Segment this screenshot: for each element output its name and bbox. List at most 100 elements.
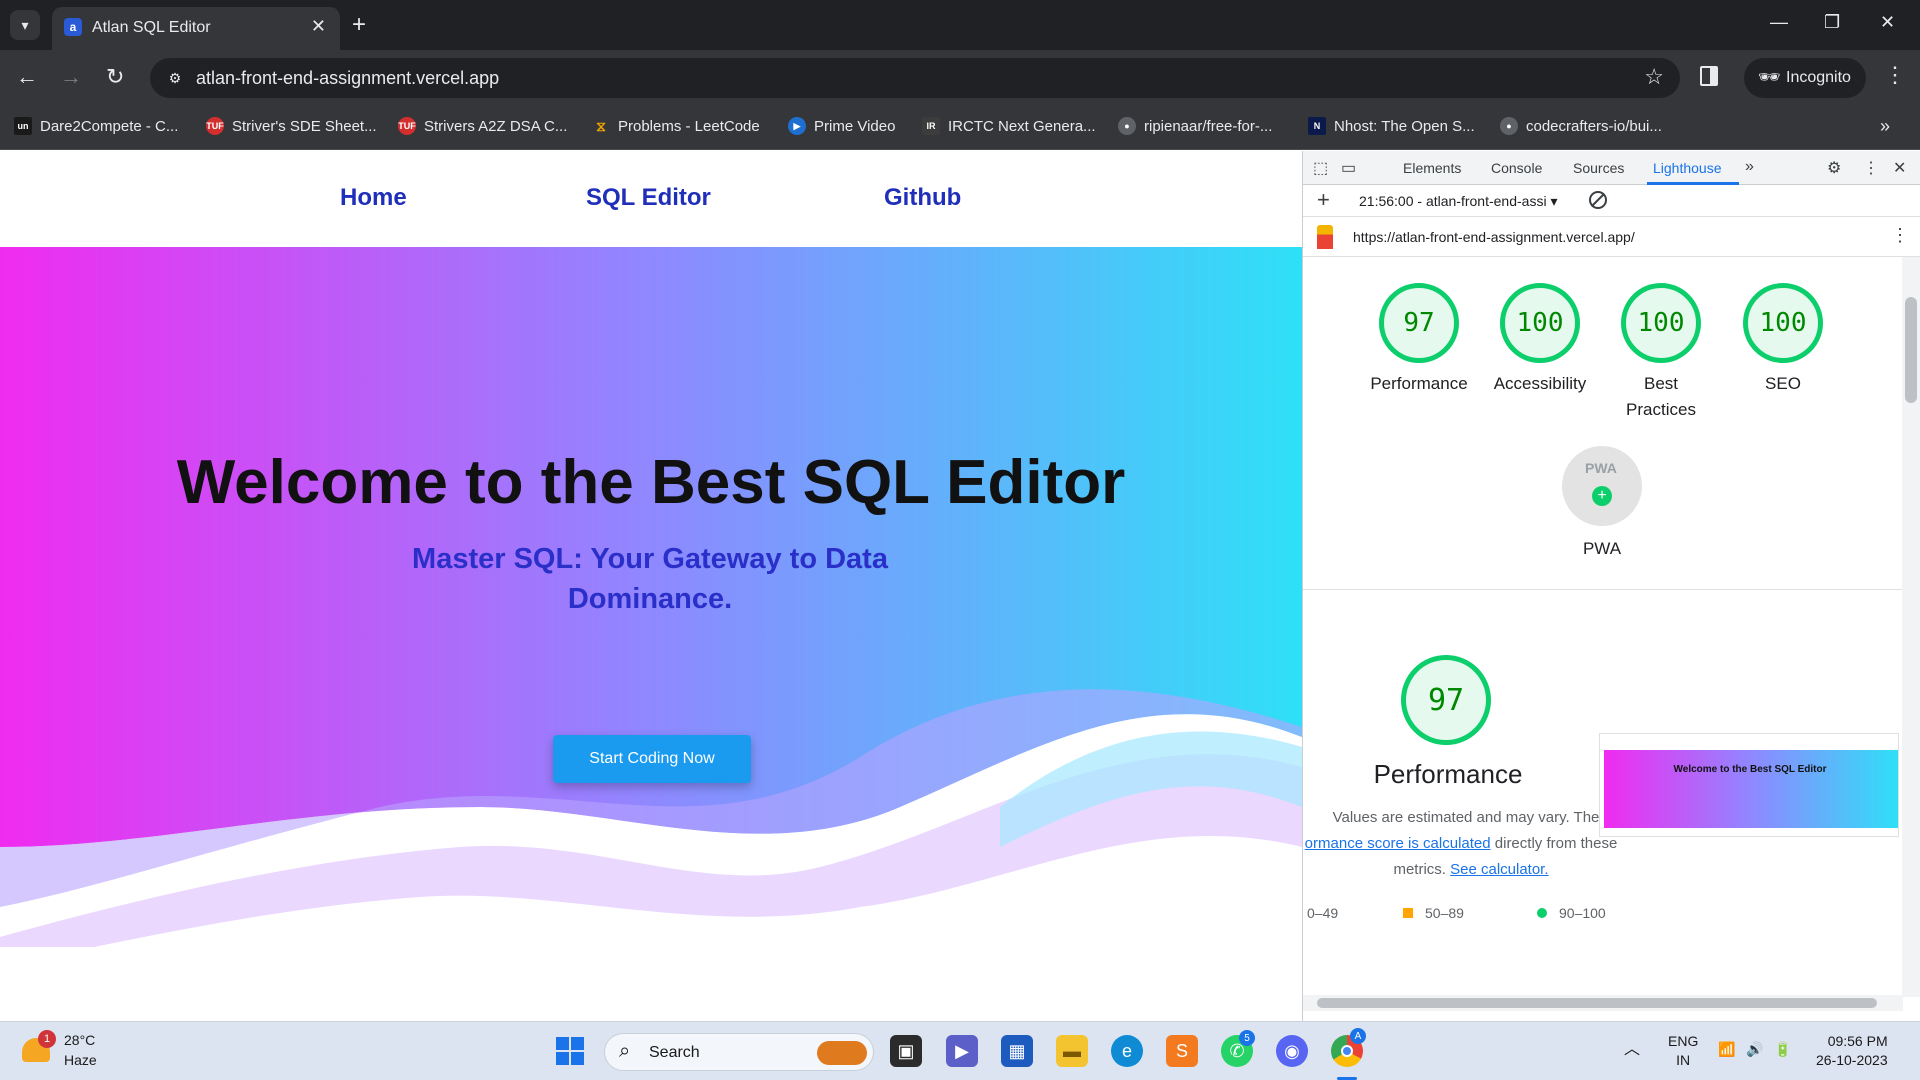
bookmark-favicon-icon: TUF <box>398 117 416 135</box>
tab-sources[interactable]: Sources <box>1573 160 1624 176</box>
incognito-indicator[interactable]: 🕶 Incognito <box>1744 58 1866 98</box>
device-toolbar-icon[interactable]: ▭ <box>1341 158 1356 178</box>
legend-label: 90–100 <box>1559 905 1606 921</box>
bookmark-item[interactable]: un Dare2Compete - C... <box>14 117 178 135</box>
score-label: Accessibility <box>1493 374 1587 393</box>
score-gauge-performance[interactable]: 97 <box>1379 283 1459 363</box>
start-coding-button[interactable]: Start Coding Now <box>553 735 751 783</box>
incognito-icon: 🕶 <box>1758 67 1781 87</box>
task-view-icon[interactable]: ▣ <box>890 1035 922 1067</box>
teams-icon[interactable]: ▶ <box>946 1035 978 1067</box>
legend-item: 0–49 <box>1307 905 1338 921</box>
browser-menu-icon[interactable]: ⋮ <box>1884 62 1906 88</box>
forward-button[interactable]: → <box>60 65 82 89</box>
nav-home-link[interactable]: Home <box>340 184 407 212</box>
bookmark-label: codecrafters-io/bui... <box>1526 117 1662 135</box>
store-icon[interactable]: ▦ <box>1001 1035 1033 1067</box>
github-icon: ● <box>1118 117 1136 135</box>
clear-reports-icon[interactable] <box>1589 191 1607 209</box>
nhost-icon: N <box>1308 117 1326 135</box>
web-page: Home SQL Editor Github Welcome to the Be… <box>0 151 1302 1021</box>
tab-lighthouse[interactable]: Lighthouse <box>1653 160 1722 176</box>
report-selector[interactable]: 21:56:00 - atlan-front-end-assi ▾ <box>1359 193 1557 210</box>
reload-button[interactable]: ↻ <box>106 65 124 89</box>
wifi-icon[interactable]: 📶 <box>1718 1040 1735 1059</box>
bookmark-label: Prime Video <box>814 117 896 135</box>
nav-github-link[interactable]: Github <box>884 184 961 212</box>
irctc-icon: IR <box>922 117 940 135</box>
more-tabs-icon[interactable]: » <box>1745 158 1754 176</box>
sublime-text-icon[interactable]: S <box>1166 1035 1198 1067</box>
devtools-close-icon[interactable]: ✕ <box>1893 158 1906 178</box>
windows-start-icon[interactable] <box>554 1035 586 1067</box>
close-window-button[interactable]: ✕ <box>1880 12 1895 33</box>
system-clock[interactable]: 09:56 PM 26-10-2023 <box>1816 1032 1888 1070</box>
bookmark-item[interactable]: TUF Striver's SDE Sheet... <box>206 117 377 135</box>
back-button[interactable]: ← <box>16 65 38 89</box>
horizontal-scrollbar[interactable] <box>1303 995 1903 1011</box>
minimize-button[interactable]: — <box>1770 12 1788 33</box>
pwa-label: PWA <box>1582 539 1622 558</box>
hero-subtitle: Master SQL: Your Gateway to Data Dominan… <box>412 543 888 615</box>
new-report-icon[interactable]: + <box>1317 187 1330 213</box>
section-divider <box>1303 589 1909 590</box>
score-gauge-best-practices[interactable]: 100 <box>1621 283 1701 363</box>
pwa-badge[interactable]: PWA + <box>1562 446 1642 526</box>
whatsapp-badge: 5 <box>1239 1030 1255 1046</box>
tab-elements[interactable]: Elements <box>1403 160 1461 176</box>
chrome-profile-badge: A <box>1350 1028 1366 1044</box>
browser-tab-bar: ▾ a Atlan SQL Editor ✕ + — ❐ ✕ <box>0 0 1920 50</box>
battery-icon[interactable]: 🔋 <box>1774 1040 1791 1059</box>
report-menu-icon[interactable]: ⋮ <box>1891 225 1909 246</box>
pwa-badge-text: PWA <box>1585 460 1617 476</box>
browser-tab[interactable]: a Atlan SQL Editor ✕ <box>52 7 340 50</box>
nav-sql-editor-link[interactable]: SQL Editor <box>586 184 711 212</box>
bookmark-label: Strivers A2Z DSA C... <box>424 117 568 135</box>
legend-item: 90–100 <box>1537 905 1606 921</box>
tab-close-icon[interactable]: ✕ <box>311 16 326 37</box>
language-indicator[interactable]: ENG IN <box>1668 1032 1698 1070</box>
perf-score-link[interactable]: ormance score is calculated <box>1305 835 1491 852</box>
restore-button[interactable]: ❐ <box>1824 12 1840 33</box>
site-info-icon[interactable]: ⚙ <box>164 67 186 89</box>
address-bar[interactable]: ⚙ atlan-front-end-assignment.vercel.app … <box>150 58 1680 98</box>
devtools-settings-gear-icon[interactable]: ⚙ <box>1827 158 1841 178</box>
new-tab-button[interactable]: + <box>352 11 366 39</box>
bookmark-item[interactable]: ▶ Prime Video <box>788 117 895 135</box>
volume-icon[interactable]: 🔊 <box>1746 1040 1763 1059</box>
tab-console[interactable]: Console <box>1491 160 1542 176</box>
file-explorer-icon[interactable]: ▬ <box>1056 1035 1088 1067</box>
edge-icon[interactable]: e <box>1111 1035 1143 1067</box>
page-screenshot-thumbnail[interactable]: Welcome to the Best SQL Editor <box>1599 733 1899 837</box>
legend-item: 50–89 <box>1403 905 1464 921</box>
browser-toolbar: ← → ↻ ⚙ atlan-front-end-assignment.verce… <box>0 50 1920 106</box>
bookmark-item[interactable]: ⧖ Problems - LeetCode <box>592 117 760 135</box>
bookmark-item[interactable]: N Nhost: The Open S... <box>1308 117 1475 135</box>
tab-title: Atlan SQL Editor <box>92 19 211 36</box>
bookmark-item[interactable]: IR IRCTC Next Genera... <box>922 117 1096 135</box>
devtools-menu-icon[interactable]: ⋮ <box>1863 158 1879 178</box>
bookmark-star-icon[interactable]: ☆ <box>1644 64 1664 90</box>
inspect-element-icon[interactable]: ⬚ <box>1313 158 1328 178</box>
address-url[interactable]: atlan-front-end-assignment.vercel.app <box>196 68 499 89</box>
bookmark-item[interactable]: ● ripienaar/free-for-... <box>1118 117 1272 135</box>
report-selector-label: 21:56:00 - atlan-front-end-assi <box>1359 193 1547 209</box>
discord-icon[interactable]: ◉ <box>1276 1035 1308 1067</box>
vertical-scrollbar[interactable] <box>1902 257 1920 997</box>
bookmarks-overflow-icon[interactable]: » <box>1880 116 1890 137</box>
scrollbar-thumb[interactable] <box>1905 297 1917 403</box>
see-calculator-link[interactable]: See calculator. <box>1450 861 1548 878</box>
side-panel-icon[interactable] <box>1700 66 1718 86</box>
scrollbar-thumb[interactable] <box>1317 998 1877 1008</box>
report-url: https://atlan-front-end-assignment.verce… <box>1353 229 1635 245</box>
weather-temp: 28°C <box>64 1032 96 1048</box>
score-gauge-accessibility[interactable]: 100 <box>1500 283 1580 363</box>
taskbar-search[interactable]: ⌕ Search <box>604 1033 874 1071</box>
bookmark-item[interactable]: ● codecrafters-io/bui... <box>1500 117 1662 135</box>
bookmarks-bar: un Dare2Compete - C... TUF Striver's SDE S… <box>0 106 1920 150</box>
bookmark-item[interactable]: TUF Strivers A2Z DSA C... <box>398 117 567 135</box>
score-gauge-seo[interactable]: 100 <box>1743 283 1823 363</box>
score-label: SEO <box>1765 374 1801 393</box>
tab-search-button[interactable]: ▾ <box>10 10 40 40</box>
show-hidden-icons[interactable]: ︿ <box>1624 1040 1640 1059</box>
